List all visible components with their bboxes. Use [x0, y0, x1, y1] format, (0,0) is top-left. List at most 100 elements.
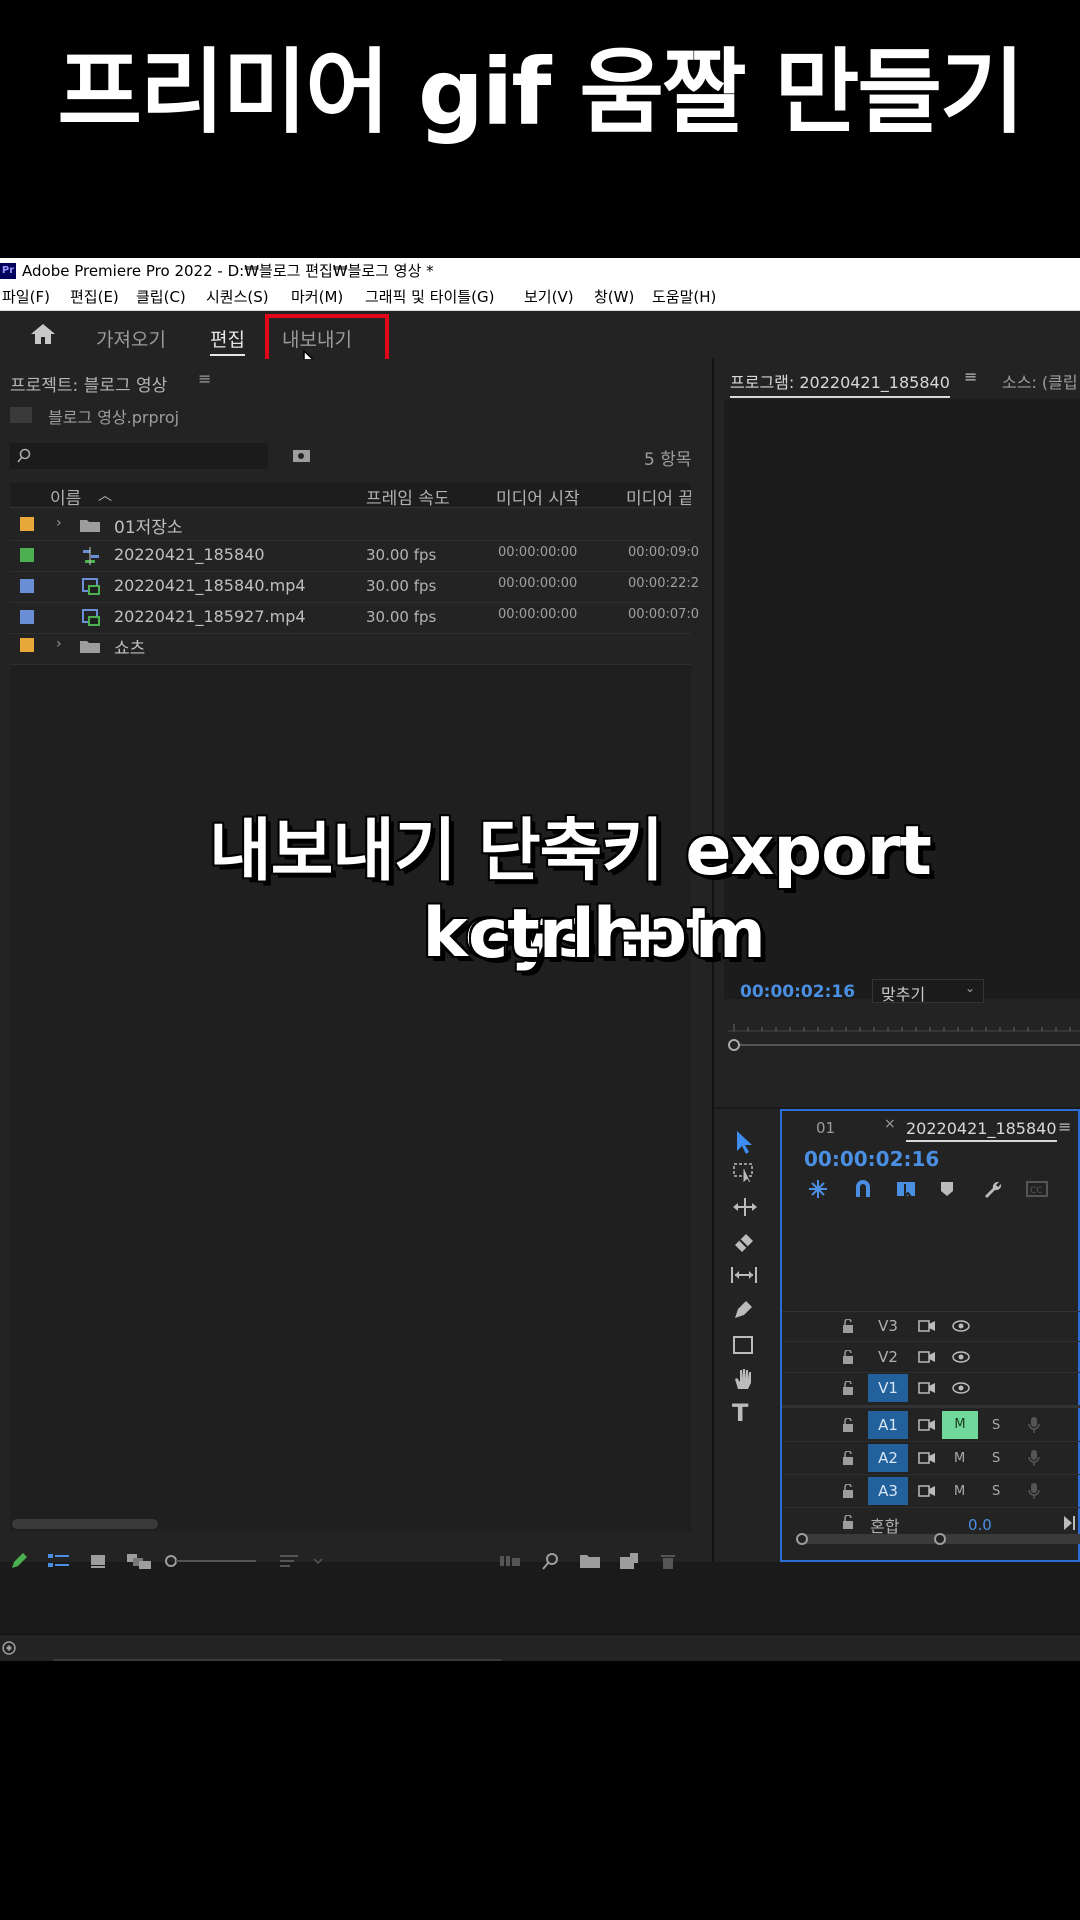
col-media-end[interactable]: 미디어 끝	[626, 484, 691, 509]
pencil-icon[interactable]	[10, 1552, 28, 1570]
go-to-out-icon[interactable]	[1064, 1516, 1080, 1530]
track-label[interactable]: V1	[868, 1374, 908, 1402]
menu-clip[interactable]: 클립(C)	[136, 284, 186, 310]
solo-button[interactable]: S	[992, 1451, 1000, 1466]
tab-source[interactable]: 소스: (클립	[1002, 369, 1078, 393]
eye-icon[interactable]	[952, 1351, 970, 1363]
captions-icon[interactable]: CC	[1026, 1181, 1048, 1197]
linked-selection-icon[interactable]	[896, 1179, 916, 1199]
lock-icon[interactable]	[842, 1451, 854, 1465]
wrench-icon[interactable]	[982, 1179, 1002, 1199]
sync-lock-icon[interactable]	[918, 1351, 936, 1363]
menu-view[interactable]: 보기(V)	[524, 284, 574, 310]
new-bin-icon[interactable]	[580, 1553, 600, 1569]
list-item[interactable]: › 쇼츠	[10, 633, 691, 665]
menu-marker[interactable]: 마커(M)	[291, 284, 343, 310]
list-item[interactable]: › 01저장소	[10, 509, 691, 541]
lock-icon[interactable]	[842, 1381, 854, 1395]
label-color-swatch[interactable]	[20, 517, 34, 531]
icon-view-icon[interactable]	[90, 1553, 106, 1569]
eye-icon[interactable]	[952, 1320, 970, 1332]
track-label[interactable]: V2	[868, 1343, 908, 1371]
snap-icon[interactable]	[854, 1179, 872, 1199]
timeline-menu-icon[interactable]: ≡	[1058, 1117, 1071, 1136]
microphone-icon[interactable]	[1028, 1416, 1040, 1434]
menu-edit[interactable]: 편집(E)	[70, 284, 119, 310]
sync-lock-icon[interactable]	[918, 1485, 936, 1497]
razor-tool-icon[interactable]	[732, 1231, 756, 1253]
program-menu-icon[interactable]: ≡	[964, 367, 977, 386]
menu-window[interactable]: 창(W)	[594, 284, 634, 310]
new-bin-from-search-icon[interactable]	[292, 447, 312, 463]
panel-menu-icon[interactable]: ≡	[198, 369, 211, 388]
label-color-swatch[interactable]	[20, 548, 34, 562]
trash-icon[interactable]	[660, 1553, 676, 1569]
list-item[interactable]: 20220421_185927.mp4 30.00 fps 00:00:00:0…	[10, 602, 699, 634]
program-ruler[interactable]	[728, 1021, 1080, 1051]
menu-help[interactable]: 도움말(H)	[652, 284, 716, 310]
status-icon[interactable]	[2, 1641, 16, 1655]
lock-icon[interactable]	[842, 1418, 854, 1432]
list-item[interactable]: 20220421_185840.mp4 30.00 fps 00:00:00:0…	[10, 571, 699, 603]
nest-icon[interactable]	[808, 1179, 828, 1199]
mute-button[interactable]: M	[954, 1484, 965, 1499]
lock-icon[interactable]	[842, 1319, 854, 1333]
home-icon[interactable]	[30, 323, 56, 345]
menu-file[interactable]: 파일(F)	[2, 284, 50, 310]
pen-tool-icon[interactable]	[732, 1299, 754, 1321]
microphone-icon[interactable]	[1028, 1449, 1040, 1467]
av-divider[interactable]	[782, 1405, 1080, 1408]
list-item[interactable]: 20220421_185840 30.00 fps 00:00:00:00 00…	[10, 540, 699, 572]
timeline-zoom-scrollbar[interactable]	[796, 1529, 1080, 1549]
chevron-right-icon[interactable]: ›	[56, 515, 62, 531]
type-tool-icon[interactable]: T	[732, 1399, 748, 1427]
label-color-swatch[interactable]	[20, 579, 34, 593]
menu-graphics[interactable]: 그래픽 및 타이틀(G)	[365, 284, 494, 310]
track-label[interactable]: V3	[868, 1312, 908, 1340]
lock-icon[interactable]	[842, 1515, 854, 1529]
ripple-edit-tool-icon[interactable]	[732, 1197, 758, 1217]
sync-lock-icon[interactable]	[918, 1452, 936, 1464]
solo-button[interactable]: S	[992, 1418, 1000, 1433]
sort-icon[interactable]	[280, 1553, 324, 1569]
solo-button[interactable]: S	[992, 1484, 1000, 1499]
track-label[interactable]: A1	[868, 1411, 908, 1439]
slip-tool-icon[interactable]	[730, 1265, 758, 1285]
close-icon[interactable]: ×	[884, 1116, 896, 1132]
hand-tool-icon[interactable]	[732, 1367, 754, 1391]
freeform-view-icon[interactable]	[126, 1552, 152, 1570]
lock-icon[interactable]	[842, 1350, 854, 1364]
rectangle-tool-icon[interactable]	[732, 1335, 754, 1355]
program-timecode[interactable]: 00:00:02:16	[740, 982, 855, 1002]
sync-lock-icon[interactable]	[918, 1382, 936, 1394]
sync-lock-icon[interactable]	[918, 1320, 936, 1332]
find-icon[interactable]	[542, 1552, 560, 1570]
horizontal-scrollbar[interactable]	[12, 1519, 158, 1529]
tab-program[interactable]: 프로그램: 20220421_185840	[730, 369, 950, 398]
track-label[interactable]: A3	[868, 1477, 908, 1505]
label-color-swatch[interactable]	[20, 638, 34, 652]
tab-timeline-01[interactable]: 01	[816, 1119, 835, 1137]
search-input[interactable]	[10, 443, 268, 469]
list-view-icon[interactable]	[48, 1553, 70, 1569]
track-label[interactable]: A2	[868, 1444, 908, 1472]
col-fps[interactable]: 프레임 속도	[366, 484, 450, 509]
add-marker-icon[interactable]	[940, 1181, 954, 1197]
project-title[interactable]: 프로젝트: 블로그 영상	[10, 371, 167, 396]
zoom-slider[interactable]	[164, 1553, 258, 1569]
selection-tool-icon[interactable]	[732, 1129, 756, 1155]
lock-icon[interactable]	[842, 1484, 854, 1498]
col-media-start[interactable]: 미디어 시작	[496, 484, 580, 509]
col-name[interactable]: 이름	[50, 484, 81, 509]
tab-timeline-sequence[interactable]: 20220421_185840	[906, 1119, 1057, 1142]
menu-sequence[interactable]: 시퀀스(S)	[206, 284, 269, 310]
mute-button[interactable]: M	[954, 1451, 965, 1466]
microphone-icon[interactable]	[1028, 1482, 1040, 1500]
new-item-icon[interactable]	[620, 1553, 638, 1569]
sync-lock-icon[interactable]	[918, 1419, 936, 1431]
fit-select[interactable]: 맞추기 ⌄	[872, 979, 984, 1004]
track-select-tool-icon[interactable]	[732, 1161, 756, 1183]
timeline-timecode[interactable]: 00:00:02:16	[804, 1147, 939, 1171]
tab-edit[interactable]: 편집	[210, 325, 245, 356]
chevron-right-icon[interactable]: ›	[56, 636, 62, 652]
